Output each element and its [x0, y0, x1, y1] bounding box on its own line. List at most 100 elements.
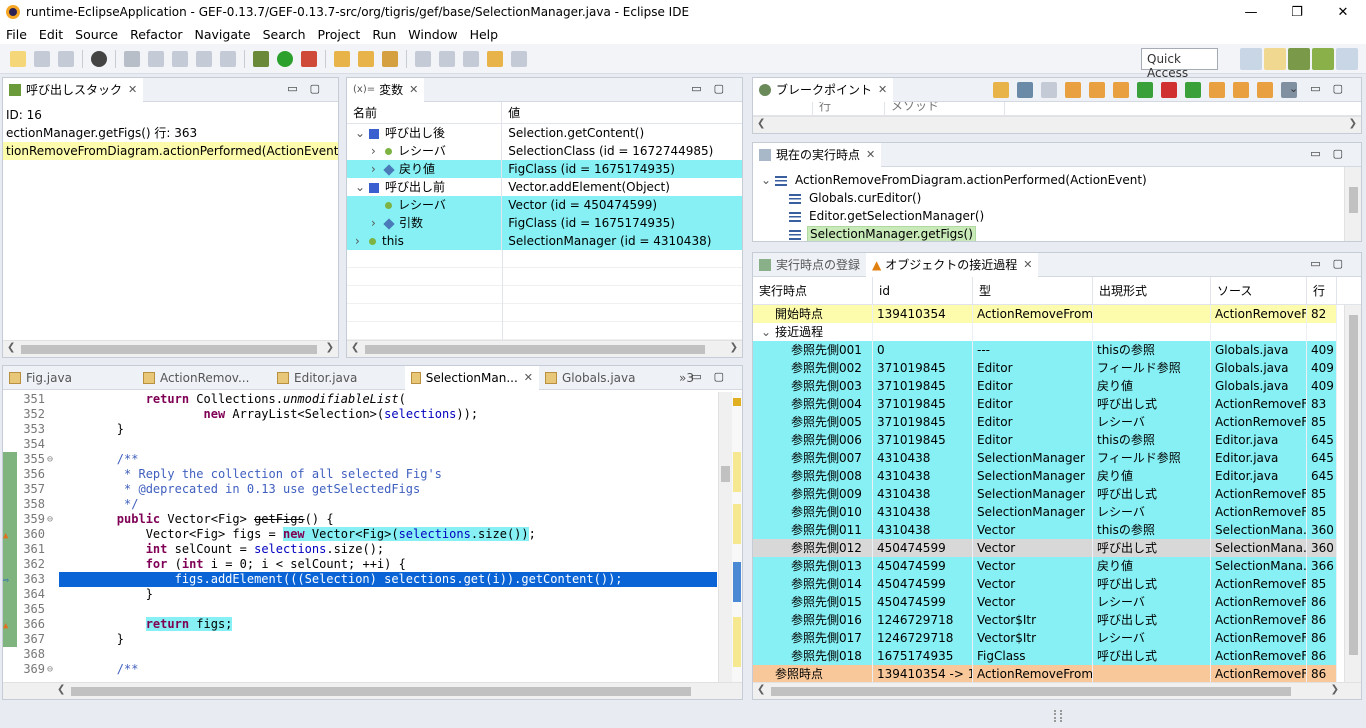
save-icon[interactable]: [34, 50, 50, 67]
step-end-icon[interactable]: [1257, 82, 1273, 98]
vertical-scrollbar[interactable]: [1344, 305, 1361, 682]
resource-perspective-icon[interactable]: [1264, 48, 1286, 70]
editor-tab[interactable]: SelectionMan... ✕: [405, 366, 539, 390]
variable-row[interactable]: レシーバ Vector (id = 450474599): [347, 196, 742, 214]
tab-variables[interactable]: (x)= 変数 ✕: [347, 78, 425, 102]
view-controls[interactable]: ▭▢: [1310, 147, 1355, 160]
close-icon[interactable]: ✕: [524, 371, 533, 384]
drop-frame-icon[interactable]: [172, 50, 188, 67]
fold-icon[interactable]: [47, 527, 59, 542]
tab-current-point[interactable]: 現在の実行時点 ✕: [753, 143, 882, 167]
column-header-line[interactable]: 行: [813, 102, 885, 115]
quick-access-field[interactable]: Quick Access: [1141, 48, 1218, 80]
fold-icon[interactable]: [47, 482, 59, 497]
editor-tab[interactable]: ActionRemov...: [137, 366, 271, 390]
menu-help[interactable]: Help: [464, 27, 505, 42]
menu-run[interactable]: Run: [366, 27, 402, 42]
java-perspective-icon[interactable]: [1288, 48, 1310, 70]
code-line[interactable]: 365: [3, 602, 717, 617]
history-row[interactable]: 参照先側007 4310438 SelectionManager フィールド参照 Edi…: [753, 449, 1361, 467]
close-icon[interactable]: ✕: [409, 83, 418, 96]
menu-navigate[interactable]: Navigate: [189, 27, 257, 42]
filter-icon[interactable]: [196, 50, 212, 67]
fold-icon[interactable]: [47, 467, 59, 482]
history-row[interactable]: 参照先側017 1246729718 Vector$Itr レシーバ ActionRem…: [753, 629, 1361, 647]
menu-source[interactable]: Source: [69, 27, 124, 42]
tree-icon[interactable]: [1017, 82, 1033, 98]
external-tools-icon[interactable]: [301, 50, 317, 67]
history-row[interactable]: 参照先側011 4310438 Vector thisの参照 SelectionMana…: [753, 521, 1361, 539]
variable-row[interactable]: ⌄ 呼び出し後 Selection.getContent(): [347, 124, 742, 142]
code-line[interactable]: 364 }: [3, 587, 717, 602]
code-line[interactable]: ⇨ 363 figs.addElement(((Selection) select…: [3, 572, 717, 587]
column-header[interactable]: ソース: [1211, 276, 1307, 305]
code-line[interactable]: 351 return Collections.unmodifiableList(: [3, 392, 717, 407]
column-header-name[interactable]: 名前: [347, 101, 503, 124]
code-line[interactable]: 369 ⊖ /**: [3, 662, 717, 677]
variable-row[interactable]: ⌄ 呼び出し前 Vector.addElement(Object): [347, 178, 742, 196]
tab-registration[interactable]: 実行時点の登録: [753, 253, 866, 277]
code-line[interactable]: 354: [3, 437, 717, 452]
history-row[interactable]: 参照先側001 0 --- thisの参照 Globals.java 409: [753, 341, 1361, 359]
last-edit-icon[interactable]: [463, 50, 479, 67]
expand-icon[interactable]: ›: [355, 232, 369, 250]
step-over-icon[interactable]: [1089, 82, 1105, 98]
debug-mode-icon[interactable]: [91, 50, 107, 67]
stack-frame[interactable]: ID: 16: [3, 106, 338, 124]
run-icon[interactable]: [277, 50, 293, 67]
stop-icon[interactable]: [1161, 82, 1177, 98]
fold-icon[interactable]: [47, 587, 59, 602]
history-row[interactable]: 参照先側015 450474599 Vector レシーバ ActionRemoveF.…: [753, 593, 1361, 611]
forward-icon[interactable]: [511, 50, 527, 67]
column-header[interactable]: 実行時点: [753, 276, 873, 305]
open-folder-icon[interactable]: [993, 82, 1009, 98]
step-return-icon[interactable]: [1113, 82, 1129, 98]
bug-icon[interactable]: [1041, 82, 1057, 98]
menu-edit[interactable]: Edit: [33, 27, 69, 42]
fold-icon[interactable]: [47, 407, 59, 422]
execution-point[interactable]: ⌄ ActionRemoveFromDiagram.actionPerformed…: [753, 171, 1361, 189]
history-row[interactable]: 参照先側013 450474599 Vector 戻り値 SelectionMana..…: [753, 557, 1361, 575]
back-icon[interactable]: [487, 50, 503, 67]
column-header-value[interactable]: 値: [502, 102, 742, 124]
horizontal-scrollbar[interactable]: ❮ ❯: [3, 340, 338, 357]
fold-icon[interactable]: [47, 557, 59, 572]
code-line[interactable]: 357 * @deprecated in 0.13 use getSelecte…: [3, 482, 717, 497]
expand-icon[interactable]: ⌄: [761, 171, 775, 189]
prev-annotation-icon[interactable]: [439, 50, 455, 67]
menu-window[interactable]: Window: [402, 27, 463, 42]
fold-icon[interactable]: [47, 422, 59, 437]
history-row[interactable]: 参照先側010 4310438 SelectionManager レシーバ Action…: [753, 503, 1361, 521]
fold-icon[interactable]: [47, 437, 59, 452]
fold-icon[interactable]: [47, 497, 59, 512]
history-row[interactable]: ⌄ 接近過程: [753, 323, 1361, 341]
fold-icon[interactable]: ⊖: [47, 512, 59, 527]
fold-icon[interactable]: [47, 572, 59, 587]
close-icon[interactable]: ✕: [128, 83, 137, 96]
editor-tab[interactable]: Editor.java: [271, 366, 405, 390]
fold-icon[interactable]: ⊖: [47, 662, 59, 677]
code-editor[interactable]: 351 return Collections.unmodifiableList(…: [3, 392, 717, 682]
layout-perspective-icon[interactable]: [1336, 48, 1358, 70]
horizontal-scrollbar[interactable]: ❮ ❯: [753, 682, 1361, 699]
editor-tab[interactable]: Globals.java: [539, 366, 673, 390]
history-row[interactable]: 参照先側014 450474599 Vector 呼び出し式 ActionRemoveF…: [753, 575, 1361, 593]
code-line[interactable]: 352 new ArrayList<Selection>(selections)…: [3, 407, 717, 422]
stack-frame[interactable]: tionRemoveFromDiagram.actionPerformed(Ac…: [3, 142, 338, 160]
fold-icon[interactable]: [47, 632, 59, 647]
view-controls[interactable]: ▭▢: [691, 370, 736, 383]
code-line[interactable]: 356 * Reply the collection of all select…: [3, 467, 717, 482]
variable-row[interactable]: › レシーバ SelectionClass (id = 1672744985): [347, 142, 742, 160]
stack-frame[interactable]: ectionManager.getFigs() 行: 363: [3, 124, 338, 142]
menu-project[interactable]: Project: [312, 27, 367, 42]
tab-callstack[interactable]: 呼び出しスタック ✕: [3, 78, 144, 102]
history-row[interactable]: 参照先側012 450474599 Vector 呼び出し式 SelectionMana…: [753, 539, 1361, 557]
history-row[interactable]: 参照先側005 371019845 Editor レシーバ ActionRemoveF.…: [753, 413, 1361, 431]
close-icon[interactable]: ✕: [878, 83, 887, 96]
step-back-icon[interactable]: [1209, 82, 1225, 98]
close-icon[interactable]: ✕: [1023, 258, 1032, 271]
history-row[interactable]: 参照先側006 371019845 Editor thisの参照 Editor.java…: [753, 431, 1361, 449]
code-line[interactable]: 362 for (int i = 0; i < selCount; ++i) {: [3, 557, 717, 572]
resume-icon[interactable]: [1185, 82, 1201, 98]
view-controls[interactable]: ▭▢: [1310, 257, 1355, 270]
